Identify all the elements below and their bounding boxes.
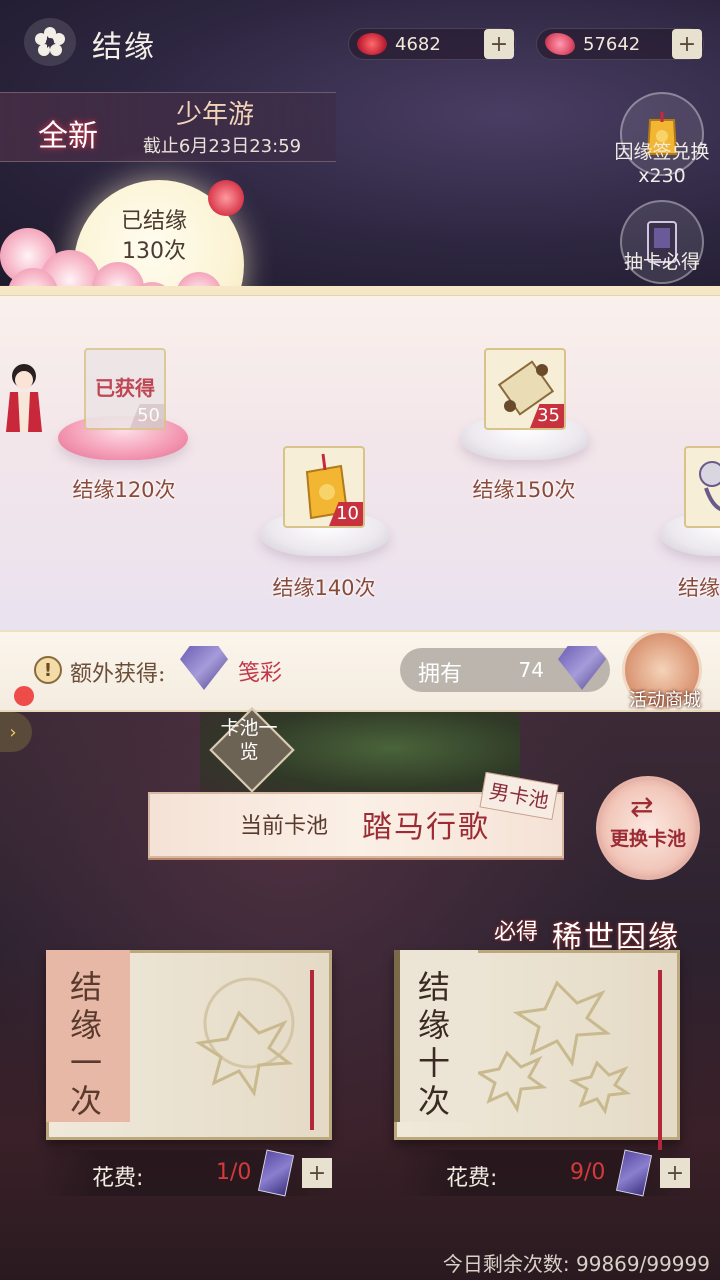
switch-pool-label: 更换卡池: [609, 828, 686, 850]
event-name: 少年游: [175, 100, 254, 130]
reward-item-120[interactable]: 已获得 50: [84, 348, 166, 430]
swap-arrows-icon: ⇄: [630, 790, 654, 823]
info-icon[interactable]: !: [34, 656, 62, 684]
bell-icon: [699, 461, 720, 511]
back-button[interactable]: [24, 18, 76, 66]
owned-label: 拥有: [418, 662, 463, 687]
add-ticket-button[interactable]: +: [302, 1158, 332, 1188]
draw-once-cost-label: 花费:: [92, 1166, 144, 1191]
event-deadline: 截止6月23日23:59: [142, 136, 302, 157]
red-gem-icon: [357, 33, 387, 55]
guarantee-prefix: 必得: [494, 920, 539, 945]
extra-label: 额外获得:: [70, 662, 166, 687]
remaining-count: 今日剩余次数: 99869/99999: [442, 1252, 710, 1276]
reward-count: 50: [130, 404, 164, 428]
reward-label: 结缘140次: [272, 576, 376, 600]
draw-once-cost-value: 1/0: [216, 1160, 252, 1185]
redeem-count: x230: [638, 165, 686, 187]
reward-label: 结缘: [678, 576, 720, 600]
draw-ten-cost-label: 花费:: [446, 1166, 498, 1191]
currency-red-gem: 4682 +: [348, 28, 516, 60]
new-badge: 全新: [38, 119, 98, 154]
notification-dot: [14, 686, 34, 706]
current-pool-prefix: 当前卡池: [240, 814, 329, 839]
redeem-button[interactable]: 因缘签兑换 x230: [612, 92, 712, 188]
add-ticket-button[interactable]: +: [660, 1158, 690, 1188]
reward-track: 已获得 50 结缘120次 10 结缘140次 35 结缘150次 结缘: [0, 286, 720, 630]
event-shop-label: 活动商城: [629, 690, 701, 711]
red-tassel: [658, 970, 662, 1150]
draw-ten-cost-value: 9/0: [570, 1160, 606, 1185]
chibi-character-icon: [4, 362, 44, 438]
add-butterfly-button[interactable]: +: [672, 29, 702, 59]
progress-label-group: 已结缘 130次: [94, 207, 214, 267]
reward-item-140[interactable]: 10: [283, 446, 365, 528]
plum-blossom-icon: [208, 180, 244, 216]
pool-list-label: 卡池一览: [220, 717, 278, 763]
page-title: 结缘: [92, 30, 156, 65]
owned-value: 74: [518, 658, 544, 682]
reward-label: 结缘150次: [472, 478, 576, 502]
butterfly-value: 57642: [583, 33, 641, 55]
guarantee-button[interactable]: 抽卡必得: [612, 200, 712, 284]
butterfly-icon: [545, 33, 575, 55]
progress-label: 已结缘: [120, 209, 187, 234]
reward-label: 结缘120次: [72, 478, 176, 502]
red-gem-value: 4682: [395, 33, 441, 55]
currency-butterfly: 57642 +: [536, 28, 704, 60]
cherry-blossom-back-icon: [35, 27, 65, 56]
current-pool-name: 踏马行歌: [362, 810, 490, 845]
redeem-label: 因缘签兑换: [614, 141, 710, 163]
extra-item-name: 笺彩: [238, 661, 283, 686]
track-divider: [0, 286, 720, 296]
add-red-gem-button[interactable]: +: [484, 29, 514, 59]
guarantee-label: 抽卡必得: [623, 251, 700, 273]
obtained-label: 已获得: [95, 376, 155, 400]
reward-item-150[interactable]: 35: [484, 348, 566, 430]
reward-item-next[interactable]: [684, 446, 720, 528]
draw-once-title: 结缘一次: [69, 968, 102, 1120]
red-tassel: [310, 970, 314, 1130]
draw-ten-title: 结缘十次: [417, 968, 450, 1120]
